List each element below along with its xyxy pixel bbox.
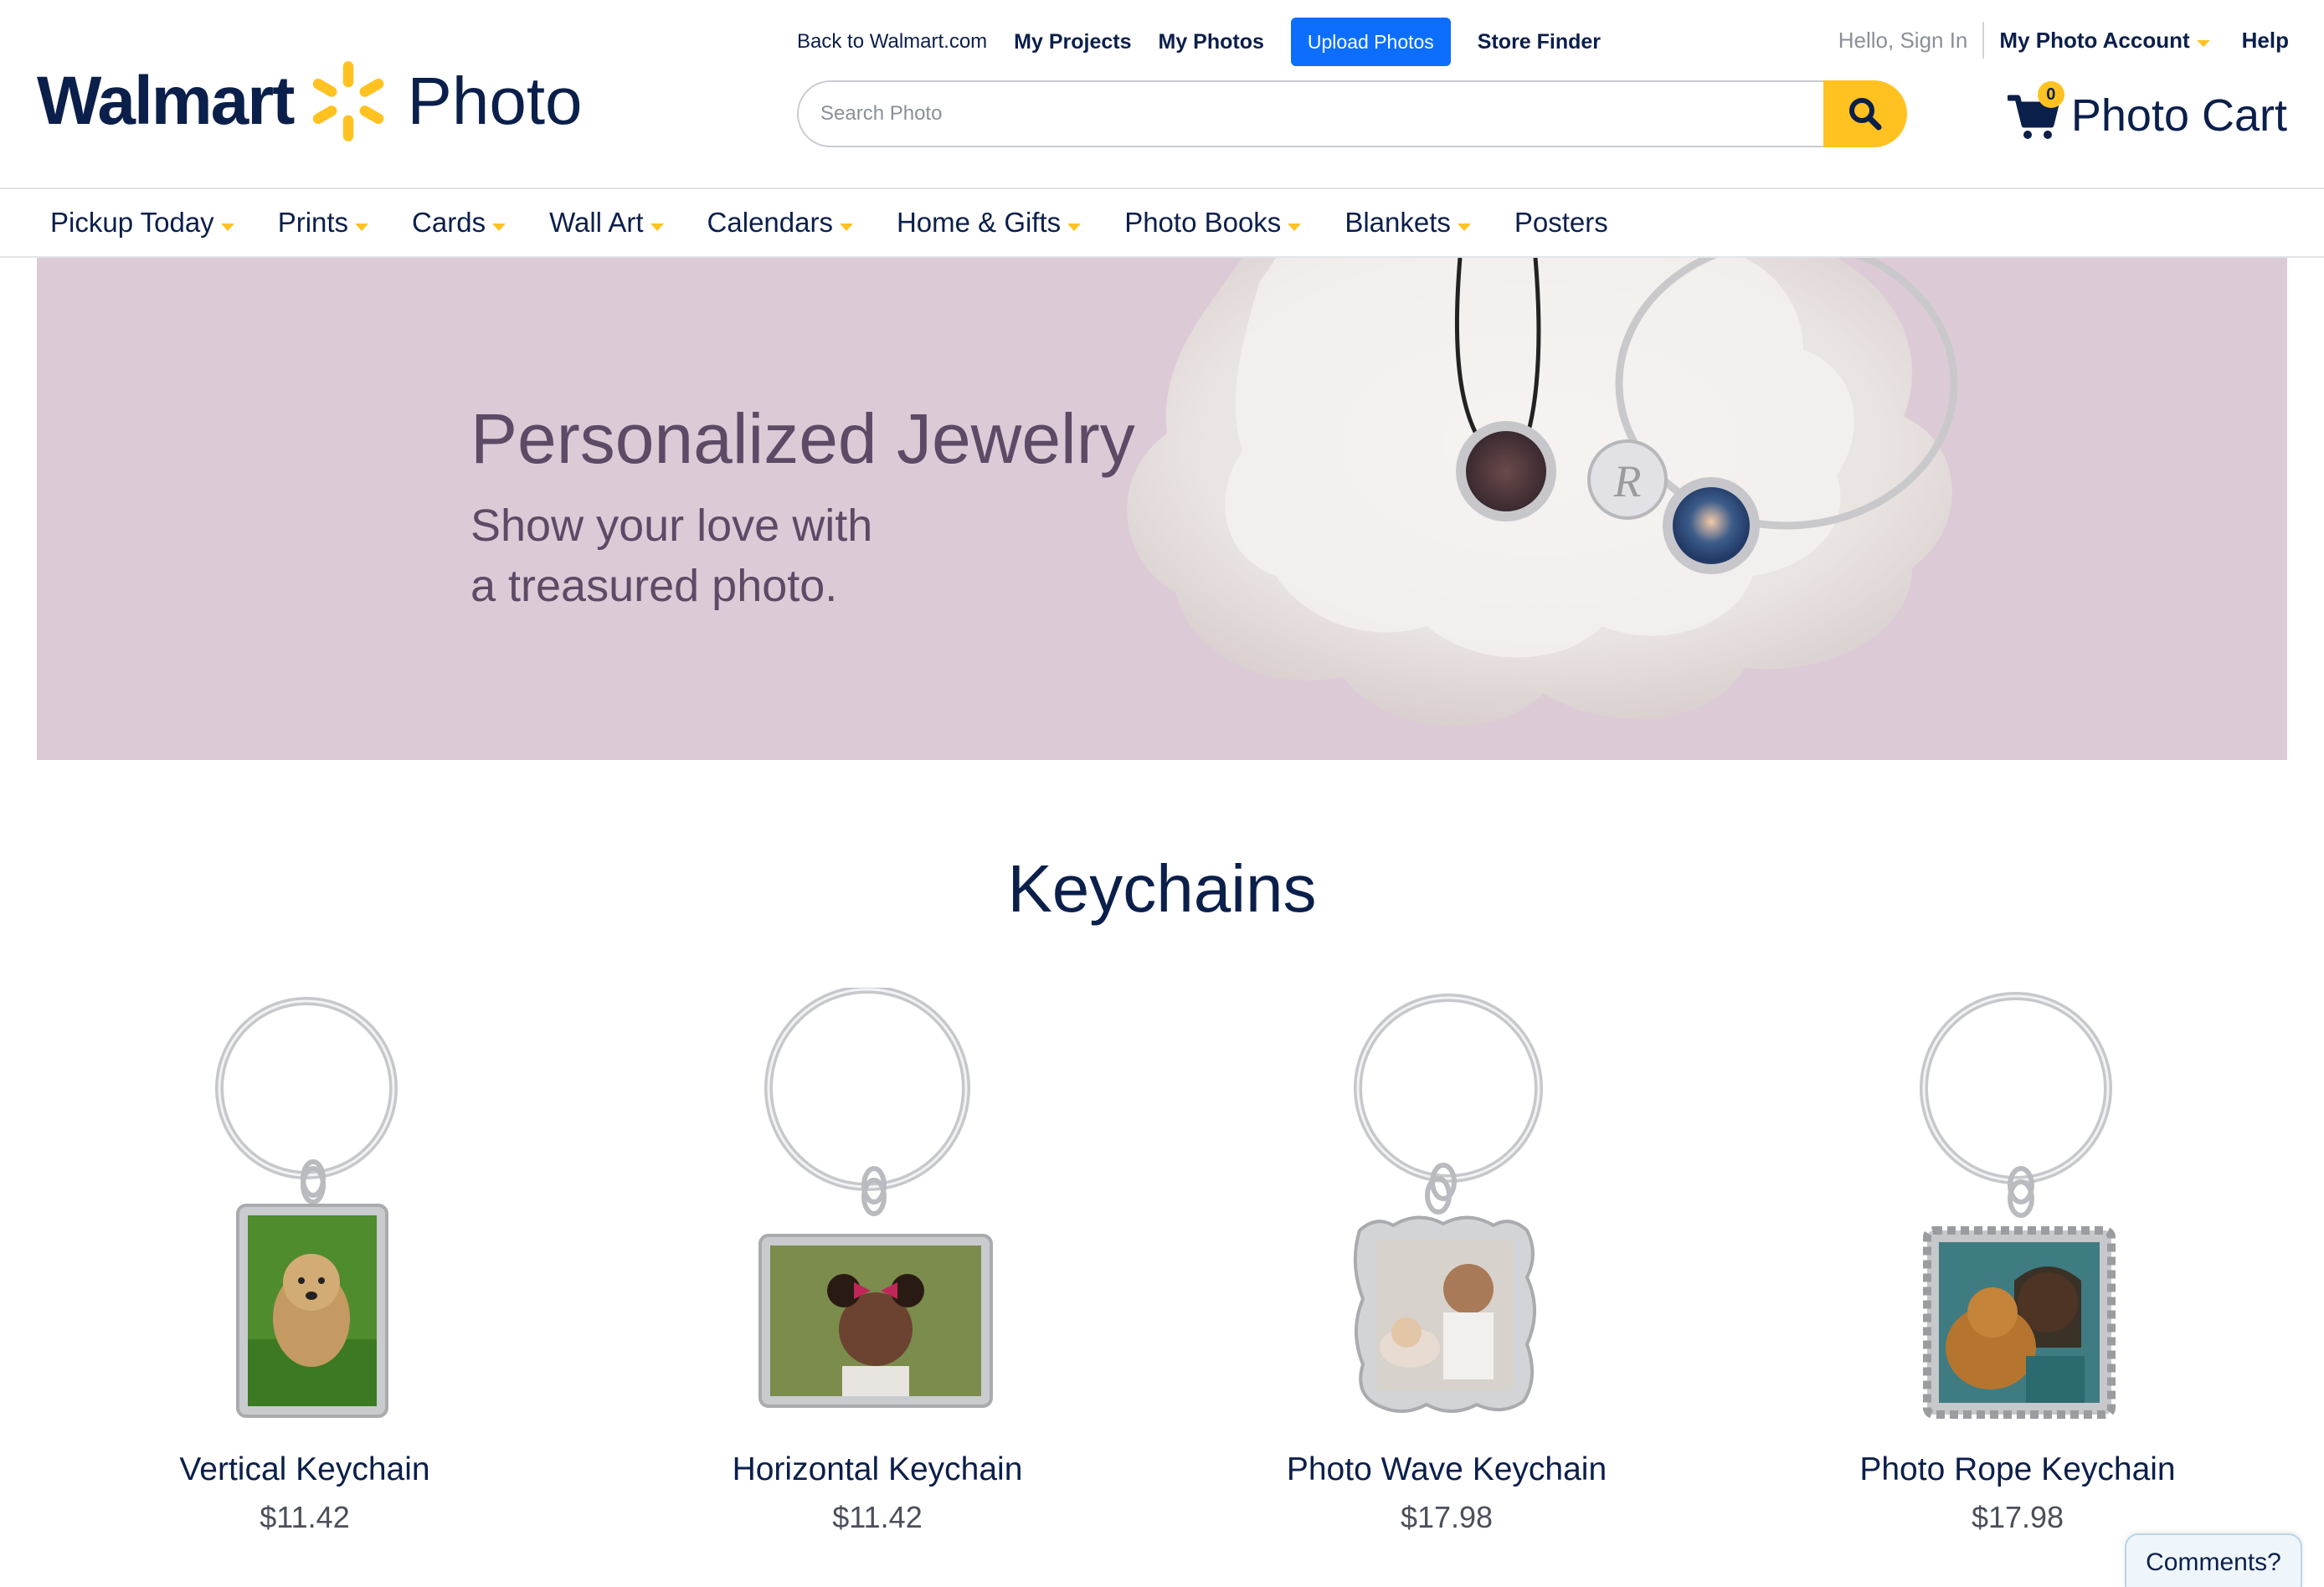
my-photo-account-label: My Photo Account: [1999, 27, 2190, 53]
search-button[interactable]: [1823, 80, 1907, 147]
nav-item-label: Wall Art: [549, 207, 644, 238]
nav-item-prints[interactable]: Prints: [277, 207, 369, 239]
walmart-photo-logo[interactable]: Walmart Photo: [37, 55, 583, 147]
nav-item-label: Calendars: [707, 207, 833, 238]
horizontal-keychain-image: [758, 988, 993, 1408]
back-to-walmart-link[interactable]: Back to Walmart.com: [797, 30, 987, 54]
category-nav: Pickup Today Prints Cards Wall Art Calen…: [0, 187, 2324, 258]
chevron-down-icon: [1288, 223, 1302, 231]
nav-item-label: Pickup Today: [50, 207, 214, 238]
spark-icon: [313, 61, 384, 141]
store-finder-link[interactable]: Store Finder: [1478, 30, 1601, 54]
utility-links: Back to Walmart.com My Projects My Photo…: [797, 15, 1627, 69]
photo-cart-link[interactable]: 0 Photo Cart: [2006, 81, 2287, 149]
nav-item-home-gifts[interactable]: Home & Gifts: [896, 207, 1082, 239]
search-bar: [797, 80, 1907, 147]
upload-photos-button[interactable]: Upload Photos: [1290, 18, 1451, 66]
jewelry-dish-image: R: [37, 258, 2287, 760]
chevron-down-icon: [355, 223, 369, 231]
hero-subtitle-line-2: a treasured photo.: [470, 561, 838, 611]
chevron-down-icon: [1457, 223, 1471, 231]
product-name: Horizontal Keychain: [732, 1451, 1023, 1487]
my-projects-link[interactable]: My Projects: [1014, 30, 1131, 54]
chevron-down-icon: [839, 223, 853, 231]
product-card-horizontal-keychain[interactable]: Horizontal Keychain $11.42: [643, 988, 1112, 1565]
product-price: $17.98: [1971, 1500, 2064, 1534]
cart-label: Photo Cart: [2070, 90, 2287, 141]
nav-item-photo-books[interactable]: Photo Books: [1124, 207, 1302, 239]
vertical-keychain-image: [215, 997, 398, 1418]
nav-item-label: Blankets: [1345, 207, 1451, 238]
comments-feedback-tab[interactable]: Comments?: [2125, 1533, 2302, 1587]
product-card-vertical-keychain[interactable]: Vertical Keychain $11.42: [70, 988, 539, 1565]
my-photos-link[interactable]: My Photos: [1159, 30, 1264, 54]
nav-item-calendars[interactable]: Calendars: [707, 207, 853, 239]
product-card-photo-wave-keychain[interactable]: Photo Wave Keychain $17.98: [1212, 988, 1681, 1565]
svg-text:R: R: [1613, 456, 1642, 506]
nav-item-cards[interactable]: Cards: [412, 207, 506, 239]
help-link[interactable]: Help: [2242, 28, 2289, 54]
nav-item-blankets[interactable]: Blankets: [1345, 207, 1471, 239]
section-title: Keychains: [1007, 851, 1317, 926]
chevron-down-icon: [650, 223, 664, 231]
cart-icon-wrap: 0: [2006, 81, 2064, 141]
nav-item-label: Prints: [277, 207, 349, 238]
nav-item-wall-art[interactable]: Wall Art: [549, 207, 664, 239]
product-name: Photo Rope Keychain: [1859, 1451, 2176, 1487]
nav-item-pickup-today[interactable]: Pickup Today: [50, 207, 234, 239]
product-grid: Vertical Keychain $11.42 Horizontal Keyc…: [0, 988, 2324, 1574]
hero-banner[interactable]: R Personalized Jewelry Show your love wi…: [37, 258, 2287, 760]
product-price: $17.98: [1400, 1500, 1494, 1534]
product-name: Photo Wave Keychain: [1286, 1451, 1607, 1487]
search-icon: [1849, 98, 1882, 131]
chevron-down-icon: [2196, 40, 2210, 47]
hero-subtitle-line-1: Show your love with: [470, 501, 873, 551]
chevron-down-icon: [220, 223, 234, 231]
photo-rope-keychain-image: [1920, 992, 2116, 1419]
account-menu: Hello, Sign In My Photo Account Help: [1838, 22, 2289, 59]
nav-item-label: Cards: [412, 207, 486, 238]
nav-item-posters[interactable]: Posters: [1514, 207, 1608, 239]
logo-product-name: Photo: [407, 64, 583, 138]
product-card-photo-rope-keychain[interactable]: Photo Rope Keychain $17.98: [1783, 988, 2252, 1565]
nav-item-label: Home & Gifts: [896, 207, 1062, 238]
product-name: Vertical Keychain: [179, 1451, 430, 1487]
chevron-down-icon: [1067, 223, 1082, 231]
nav-item-label: Photo Books: [1124, 207, 1282, 238]
logo-wordmark: Walmart: [37, 63, 295, 139]
site-header: Walmart Photo Back to Walmart.com My Pro…: [0, 0, 2324, 187]
search-input[interactable]: [797, 80, 1823, 147]
hero-subtitle: Show your love with a treasured photo.: [470, 496, 1057, 616]
my-photo-account-dropdown[interactable]: My Photo Account: [1999, 27, 2210, 54]
nav-item-label: Posters: [1514, 207, 1608, 238]
chevron-down-icon: [492, 223, 506, 231]
photo-wave-keychain-image: [1353, 994, 1543, 1413]
sign-in-link[interactable]: Hello, Sign In: [1838, 22, 1985, 59]
product-price: $11.42: [260, 1500, 350, 1534]
hero-title: Personalized Jewelry: [470, 399, 1135, 478]
cart-count-badge: 0: [2037, 81, 2064, 108]
product-price: $11.42: [832, 1500, 923, 1534]
